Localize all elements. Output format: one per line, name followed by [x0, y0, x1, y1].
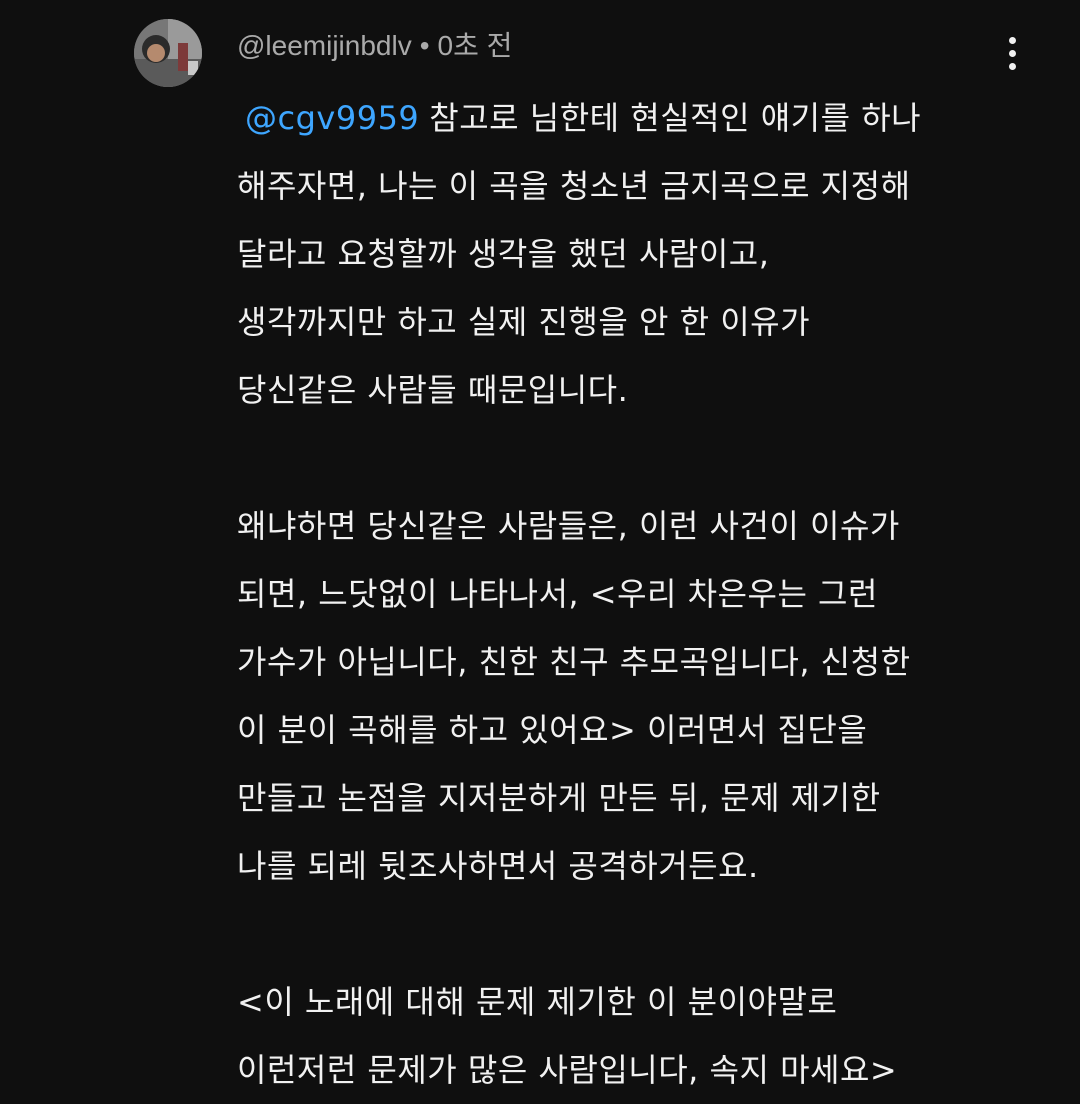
user-avatar[interactable] — [134, 19, 202, 87]
comment-line: 가수가 아닙니다, 친한 친구 추모곡입니다, 신청한 — [237, 628, 1057, 696]
comment-line: 해주자면, 나는 이 곡을 청소년 금지곡으로 지정해 — [237, 152, 1057, 220]
comment-text: 해주자면, 나는 이 곡을 청소년 금지곡으로 지정해 — [237, 166, 911, 205]
menu-dot — [1009, 50, 1016, 57]
comment-line: 만들고 논점을 지저분하게 만든 뒤, 문제 제기한 — [237, 764, 1057, 832]
comment-blank-line — [237, 424, 1057, 492]
comment-text: 만들고 논점을 지저분하게 만든 뒤, 문제 제기한 — [237, 778, 881, 817]
comment-line: <이 노래에 대해 문제 제기한 이 분이야말로 — [237, 968, 1057, 1036]
comment-text: 당신같은 사람들 때문입니다. — [237, 370, 629, 409]
comment-text: 달라고 요청할까 생각을 했던 사람이고, — [237, 234, 770, 273]
comment-meta: @leemijinbdlv • 0초 전 — [237, 26, 512, 66]
comment-text: <이 노래에 대해 문제 제기한 이 분이야말로 — [237, 982, 838, 1021]
avatar-image — [134, 19, 202, 87]
comment-line: 달라고 요청할까 생각을 했던 사람이고, — [237, 220, 1057, 288]
menu-dot — [1009, 63, 1016, 70]
meta-separator: • — [419, 30, 430, 61]
comment-line: 나를 되레 뒷조사하면서 공격하거든요. — [237, 832, 1057, 900]
username[interactable]: @leemijinbdlv — [237, 30, 412, 61]
comment-line: @cgv9959 참고로 님한테 현실적인 얘기를 하나 — [237, 84, 1057, 152]
comment-line: 되면, 느닷없이 나타나서, <우리 차은우는 그런 — [237, 560, 1057, 628]
comment-text: 왜냐하면 당신같은 사람들은, 이런 사건이 이슈가 — [237, 506, 900, 545]
comment-text: 가수가 아닙니다, 친한 친구 추모곡입니다, 신청한 — [237, 642, 911, 681]
comment-blank-line — [237, 900, 1057, 968]
comment-line: 왜냐하면 당신같은 사람들은, 이런 사건이 이슈가 — [237, 492, 1057, 560]
comment-text: 참고로 님한테 현실적인 얘기를 하나 — [429, 98, 922, 137]
more-vert-icon[interactable] — [996, 30, 1030, 76]
menu-dot — [1009, 37, 1016, 44]
comment-text: 이런저런 문제가 많은 사람입니다, 속지 마세요> — [237, 1050, 898, 1089]
comment-text: 되면, 느닷없이 나타나서, <우리 차은우는 그런 — [237, 574, 878, 613]
comment-line: 생각까지만 하고 실제 진행을 안 한 이유가 — [237, 288, 1057, 356]
comment-text: 생각까지만 하고 실제 진행을 안 한 이유가 — [237, 302, 811, 341]
comment: @leemijinbdlv • 0초 전 @cgv9959 참고로 님한테 현실적인 … — [0, 0, 1080, 1089]
comment-line: 이 분이 곡해를 하고 있어요> 이러면서 집단을 — [237, 696, 1057, 764]
mention-link[interactable]: @cgv9959 — [245, 93, 419, 144]
comment-body: @cgv9959 참고로 님한테 현실적인 얘기를 하나 해주자면, 나는 이 곡… — [237, 84, 1057, 1104]
comment-text: 이 분이 곡해를 하고 있어요> 이러면서 집단을 — [237, 710, 868, 749]
timestamp[interactable]: 0초 전 — [438, 30, 513, 61]
comment-line: 이런저런 문제가 많은 사람입니다, 속지 마세요> — [237, 1036, 1057, 1104]
comment-line: 당신같은 사람들 때문입니다. — [237, 356, 1057, 424]
comment-text: 나를 되레 뒷조사하면서 공격하거든요. — [237, 846, 759, 885]
